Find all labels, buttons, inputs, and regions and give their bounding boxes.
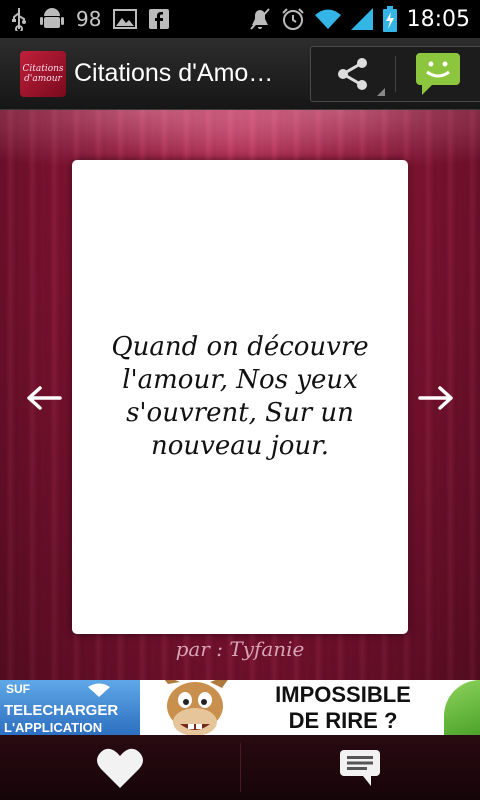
battery-charging-icon bbox=[382, 6, 397, 32]
arrow-left-icon bbox=[26, 385, 62, 411]
usb-icon bbox=[10, 7, 28, 31]
ad-decoration bbox=[444, 680, 480, 735]
clock: 18:05 bbox=[406, 6, 470, 32]
donkey-mascot-icon bbox=[150, 680, 245, 735]
alarm-icon bbox=[281, 7, 305, 31]
notification-count: 98 bbox=[76, 7, 102, 31]
share-button[interactable] bbox=[311, 46, 395, 102]
quote-author: par : Tyfanie bbox=[175, 637, 305, 661]
arrow-right-icon bbox=[418, 385, 454, 411]
quote-card[interactable]: Quand on découvre l'amour, Nos yeux s'ou… bbox=[72, 160, 408, 634]
app-logo-text: Citations d'amour bbox=[22, 63, 64, 84]
app-logo[interactable]: Citations d'amour bbox=[20, 50, 66, 97]
heart-icon bbox=[96, 747, 144, 789]
bottom-bar bbox=[0, 735, 480, 800]
ad-signal-text: SUF bbox=[6, 682, 30, 696]
ad-wifi-icon bbox=[88, 682, 110, 701]
sms-icon bbox=[414, 51, 462, 97]
sms-button[interactable] bbox=[396, 46, 480, 102]
comment-button[interactable] bbox=[241, 735, 480, 800]
android-debug-icon bbox=[40, 6, 64, 32]
facebook-icon bbox=[149, 9, 170, 29]
ad-headline: IMPOSSIBLE DE RIRE ? bbox=[248, 682, 438, 734]
signal-icon bbox=[350, 8, 373, 30]
share-icon bbox=[335, 56, 371, 92]
mute-icon bbox=[249, 7, 271, 31]
previous-button[interactable] bbox=[24, 380, 64, 416]
ad-cta-line2: L'APPLICATION bbox=[4, 720, 103, 735]
overflow-indicator-icon bbox=[377, 88, 385, 96]
action-bar: Citations d'amour Citations d'Amo… bbox=[0, 38, 480, 110]
action-buttons bbox=[310, 46, 480, 102]
app-title: Citations d'Amo… bbox=[74, 59, 274, 87]
wifi-icon bbox=[314, 8, 341, 30]
ad-cta-line1: TELECHARGER bbox=[4, 702, 119, 719]
comment-icon bbox=[339, 749, 381, 787]
ad-headline-line2: DE RIRE ? bbox=[288, 708, 398, 733]
ad-phone-graphic: SUF TELECHARGER L'APPLICATION bbox=[0, 680, 140, 735]
next-button[interactable] bbox=[416, 380, 456, 416]
quote-area: Quand on découvre l'amour, Nos yeux s'ou… bbox=[0, 110, 480, 680]
status-bar: 98 18:05 bbox=[0, 0, 480, 38]
quote-text: Quand on découvre l'amour, Nos yeux s'ou… bbox=[111, 332, 369, 461]
favorite-button[interactable] bbox=[0, 735, 240, 800]
image-icon bbox=[113, 9, 138, 29]
ad-headline-line1: IMPOSSIBLE bbox=[275, 682, 411, 707]
ad-banner[interactable]: SUF TELECHARGER L'APPLICATION IMPOSSIBLE… bbox=[0, 680, 480, 735]
